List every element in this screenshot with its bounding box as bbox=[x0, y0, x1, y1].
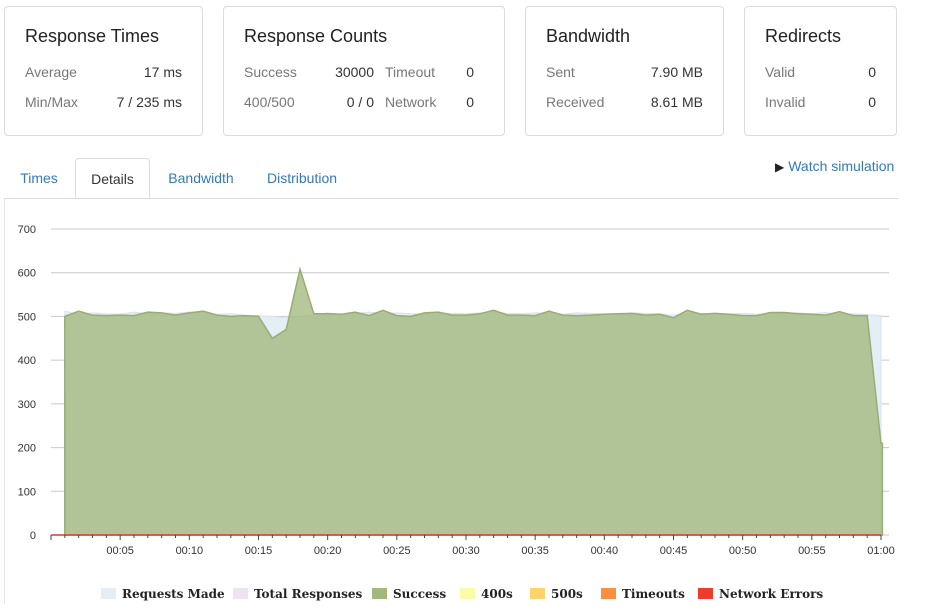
network-value: 0 bbox=[466, 94, 474, 110]
x-tick-label: 00:45 bbox=[660, 545, 688, 557]
tab-details[interactable]: Details bbox=[75, 158, 150, 198]
success-area bbox=[64, 266, 884, 536]
status-400-500-value: 0 / 0 bbox=[346, 94, 374, 110]
legend-swatch bbox=[698, 588, 713, 599]
legend-swatch bbox=[372, 588, 387, 599]
x-tick-label: 00:50 bbox=[729, 545, 757, 557]
tab-distribution[interactable]: Distribution bbox=[252, 158, 352, 198]
x-tick-label: 00:15 bbox=[245, 545, 273, 557]
watch-simulation-link[interactable]: ▶ Watch simulation bbox=[775, 158, 894, 174]
details-chart-svg: 0 100 200 300 400 500 600 700 00:05 00:10 00:15 00:… bbox=[18, 224, 895, 557]
sent-value: 7.90 MB bbox=[650, 64, 703, 80]
received-label: Received bbox=[546, 94, 605, 110]
x-tick-label: 00:05 bbox=[106, 545, 134, 557]
legend-label: Requests Made bbox=[122, 587, 225, 601]
x-tick-label: 01:00 bbox=[867, 545, 895, 557]
x-tick-label: 00:40 bbox=[591, 545, 619, 557]
x-tick-label: 00:20 bbox=[314, 545, 342, 557]
y-tick-label: 600 bbox=[18, 268, 36, 280]
legend-swatch bbox=[460, 588, 475, 599]
y-tick-label: 0 bbox=[30, 530, 36, 542]
status-400-500-label: 400/500 bbox=[244, 94, 295, 110]
x-tick-label: 00:30 bbox=[452, 545, 480, 557]
x-tick-label: 00:55 bbox=[798, 545, 826, 557]
legend-network-errors[interactable]: Network Errors bbox=[698, 587, 823, 601]
legend-swatch bbox=[101, 588, 116, 599]
legend-total-responses[interactable]: Total Responses bbox=[233, 587, 362, 601]
sent-label: Sent bbox=[546, 64, 575, 80]
legend-label: Total Responses bbox=[254, 587, 363, 601]
card-title: Response Counts bbox=[244, 26, 388, 46]
invalid-value: 0 bbox=[868, 94, 876, 110]
legend-label: Network Errors bbox=[719, 587, 824, 601]
valid-value: 0 bbox=[868, 64, 876, 80]
play-icon: ▶ bbox=[775, 160, 785, 174]
y-tick-label: 300 bbox=[18, 399, 36, 411]
timeout-value: 0 bbox=[466, 64, 474, 80]
success-label: Success bbox=[244, 64, 297, 80]
average-label: Average bbox=[25, 64, 77, 80]
received-value: 8.61 MB bbox=[650, 94, 703, 110]
network-label: Network bbox=[385, 94, 437, 110]
x-tick-label: 00:25 bbox=[383, 545, 411, 557]
redirects-card: Redirects Valid 0 Invalid 0 bbox=[744, 6, 897, 136]
legend-swatch bbox=[233, 588, 248, 599]
tab-bandwidth[interactable]: Bandwidth bbox=[152, 158, 250, 198]
y-tick-label: 500 bbox=[18, 311, 36, 323]
legend-label: 500s bbox=[551, 587, 583, 601]
card-title: Bandwidth bbox=[546, 26, 631, 46]
legend-swatch bbox=[601, 588, 616, 599]
min-max-label: Min/Max bbox=[25, 94, 78, 110]
legend-label: Success bbox=[393, 587, 447, 601]
legend-requests-made[interactable]: Requests Made bbox=[101, 587, 225, 601]
response-times-card: Response Times Average 17 ms Min/Max 7 /… bbox=[4, 6, 203, 136]
legend-400s[interactable]: 400s bbox=[460, 587, 513, 601]
legend-label: Timeouts bbox=[622, 587, 685, 601]
y-tick-label: 200 bbox=[18, 443, 36, 455]
success-value: 30000 bbox=[335, 64, 374, 80]
x-tick-label: 00:10 bbox=[176, 545, 204, 557]
card-title: Redirects bbox=[765, 26, 842, 46]
response-counts-card: Response Counts Success 30000 Timeout 0 … bbox=[223, 6, 505, 136]
legend-success[interactable]: Success bbox=[372, 587, 446, 601]
valid-label: Valid bbox=[765, 64, 796, 80]
legend-500s[interactable]: 500s bbox=[530, 587, 583, 601]
details-chart: 0 100 200 300 400 500 600 700 00:05 00:10 00:15 00:… bbox=[4, 199, 899, 604]
legend-timeouts[interactable]: Timeouts bbox=[601, 587, 685, 601]
legend-swatch bbox=[530, 588, 545, 599]
tab-times[interactable]: Times bbox=[5, 158, 73, 198]
average-value: 17 ms bbox=[143, 64, 182, 80]
min-max-value: 7 / 235 ms bbox=[116, 94, 182, 110]
y-tick-label: 100 bbox=[18, 486, 36, 498]
timeout-label: Timeout bbox=[385, 64, 436, 80]
y-tick-label: 400 bbox=[18, 355, 36, 367]
bandwidth-card: Bandwidth Sent 7.90 MB Received 8.61 MB bbox=[525, 6, 724, 136]
watch-simulation-label: Watch simulation bbox=[788, 158, 895, 174]
invalid-label: Invalid bbox=[765, 94, 806, 110]
y-tick-label: 700 bbox=[18, 224, 36, 236]
card-title: Response Times bbox=[25, 26, 160, 46]
legend-label: 400s bbox=[481, 587, 513, 601]
x-tick-label: 00:35 bbox=[521, 545, 549, 557]
